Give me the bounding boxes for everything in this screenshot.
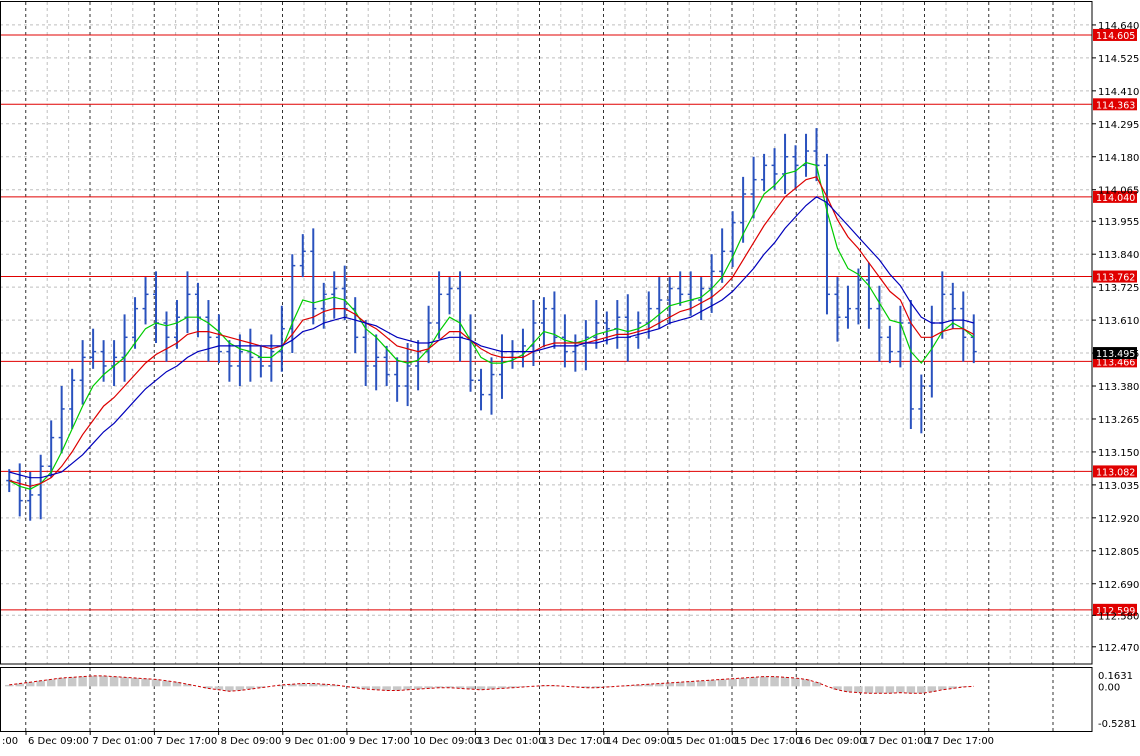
y-tick-label: 113.150 xyxy=(1098,448,1139,459)
x-tick-label: 6 Dec 09:00 xyxy=(28,736,89,747)
x-tick-label: 8 Dec 09:00 xyxy=(221,736,282,747)
y-tick-label: 112.920 xyxy=(1098,514,1139,525)
chart-frame xyxy=(0,1,1093,732)
y-tick-label: 114.295 xyxy=(1098,120,1139,131)
x-tick-label: 7 Dec 17:00 xyxy=(156,736,217,747)
y-tick-label: 113.265 xyxy=(1098,415,1139,426)
y-tick-label: 114.640 xyxy=(1098,21,1139,32)
level-label: 114.363 xyxy=(1096,100,1135,111)
y-tick-label: 113.380 xyxy=(1098,382,1139,393)
x-tick-label: 15 Dec 17:00 xyxy=(734,736,801,747)
x-tick-label: 17 Dec 01:00 xyxy=(863,736,930,747)
x-tick-label: 16 Dec 09:00 xyxy=(798,736,865,747)
ma_mid-line xyxy=(9,176,975,487)
time-axis: :00 6 Dec 09:00 7 Dec 01:00 7 Dec 17:00 8 De… xyxy=(2,731,994,747)
osc-tick-label: 0.00 xyxy=(1098,682,1120,693)
y-tick-label: 113.955 xyxy=(1098,217,1139,228)
x-tick-label: 9 Dec 01:00 xyxy=(285,736,346,747)
y-tick-label: 112.690 xyxy=(1098,580,1139,591)
horizontal-levels[interactable]: 114.605114.363114.040113.762113.466113.0… xyxy=(0,28,1137,617)
x-tick-label: 10 Dec 09:00 xyxy=(413,736,480,747)
level-label: 114.605 xyxy=(1096,31,1135,42)
oscillator-axis: 0.16310.00 -0.5281 xyxy=(1098,671,1137,730)
x-tick-label: 17 Dec 17:00 xyxy=(927,736,994,747)
x-tick-label: 13 Dec 17:00 xyxy=(542,736,609,747)
y-tick-label: 112.805 xyxy=(1098,547,1139,558)
x-tick-label: 15 Dec 01:00 xyxy=(670,736,737,747)
oscillator-panel xyxy=(5,675,974,694)
grid xyxy=(0,2,1092,731)
y-tick-label: 114.065 xyxy=(1098,186,1139,197)
osc-tick-label: 0.1631 xyxy=(1098,671,1133,682)
x-tick-label: 9 Dec 17:00 xyxy=(349,736,410,747)
y-tick-label: 114.180 xyxy=(1098,153,1139,164)
x-tick-label: 14 Dec 09:00 xyxy=(606,736,673,747)
level-label: 113.762 xyxy=(1096,273,1135,284)
y-tick-label: 113.840 xyxy=(1098,250,1139,261)
y-tick-label: 112.580 xyxy=(1098,611,1139,622)
osc-tick-label: -0.5281 xyxy=(1098,719,1137,730)
level-label: 113.082 xyxy=(1096,467,1135,478)
x-tick-label: 13 Dec 01:00 xyxy=(477,736,544,747)
y-tick-label: 114.410 xyxy=(1098,87,1139,98)
y-tick-label: 112.470 xyxy=(1098,643,1139,654)
price-axis: 114.640 114.525 114.410 114.295 114.180 114.0… xyxy=(1092,21,1139,654)
current-price-label: 113.495 xyxy=(1096,349,1135,360)
x-tick-label: 7 Dec 01:00 xyxy=(92,736,153,747)
chart-canvas: 114.605114.363114.040113.762113.466113.0… xyxy=(0,1,1139,747)
price-series xyxy=(6,128,977,521)
osc-frame xyxy=(0,667,1093,732)
y-tick-label: 113.725 xyxy=(1098,283,1139,294)
y-tick-label: 114.525 xyxy=(1098,54,1139,65)
y-tick-label: 113.035 xyxy=(1098,481,1139,492)
y-tick-label: 113.610 xyxy=(1098,316,1139,327)
x-tick-label: :00 xyxy=(2,736,18,747)
